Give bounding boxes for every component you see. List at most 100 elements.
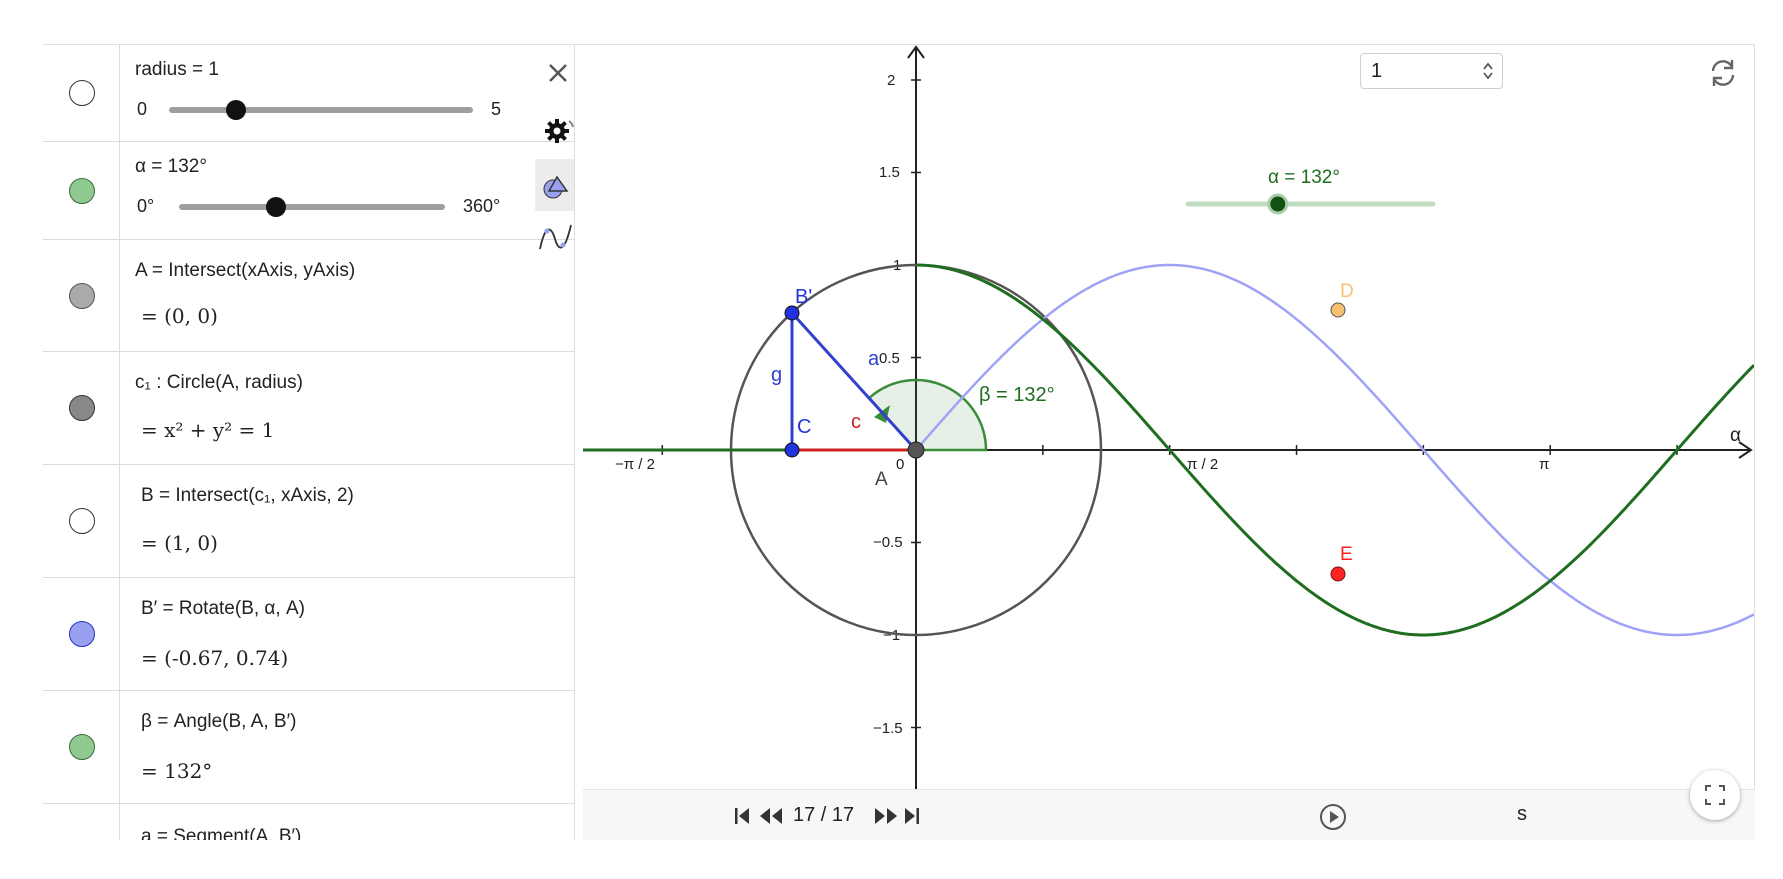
algebra-row-point-A[interactable]: A = Intersect(xAxis, yAxis) = (0, 0): [43, 240, 574, 352]
refresh-icon[interactable]: [1707, 57, 1739, 89]
graph-icon[interactable]: [537, 221, 574, 253]
speed-stepper-icon[interactable]: [1480, 59, 1496, 83]
definition-text[interactable]: B = Intersect(c₁, xAxis, 2): [141, 485, 354, 507]
algebra-row-point-B[interactable]: B = Intersect(c₁, xAxis, 2) = (1, 0): [43, 465, 574, 578]
row-body: β = Angle(B, A, B′) = 132°: [135, 691, 535, 803]
point-D[interactable]: [1330, 302, 1346, 318]
segment-label-c: c: [851, 411, 861, 433]
speed-unit: s: [1517, 803, 1527, 825]
alpha-slider[interactable]: 0° 360°: [135, 194, 535, 218]
row-body: A = Intersect(xAxis, yAxis) = (0, 0): [135, 240, 535, 351]
value-text: = 132°: [141, 759, 213, 783]
play-icon[interactable]: [1319, 803, 1347, 836]
frame-counter: 17 / 17: [793, 804, 855, 826]
point-A[interactable]: [907, 441, 925, 459]
geogebra-app: radius = 1 0 5 α = 132° 0° 360° A = Inte…: [43, 44, 1755, 840]
axis-ticks: [661, 79, 1678, 729]
slider-min: 0: [137, 99, 148, 119]
gear-icon[interactable]: [543, 115, 574, 147]
angle-label-beta: β = 132°: [979, 384, 1055, 406]
skip-start-icon[interactable]: [733, 807, 753, 830]
definition-text[interactable]: B′ = Rotate(B, α, A): [141, 598, 305, 620]
slider-definition[interactable]: radius = 1: [135, 59, 219, 81]
definition-text[interactable]: A = Intersect(xAxis, yAxis): [135, 260, 355, 282]
point-label-D: D: [1340, 281, 1354, 302]
algebra-row-segment-a[interactable]: a = Segment(A, B′): [43, 804, 574, 840]
segment-label-g: g: [771, 364, 782, 386]
y-tick-label: −1.5: [873, 720, 903, 737]
slider-track[interactable]: [169, 107, 473, 113]
animation-playbar: 17 / 17: [583, 789, 1755, 840]
algebra-row-angle-beta[interactable]: β = Angle(B, A, B′) = 132°: [43, 691, 574, 804]
point-label-A: A: [875, 469, 888, 490]
algebra-row-point-B-prime[interactable]: B′ = Rotate(B, α, A) = (-0.67, 0.74): [43, 578, 574, 691]
point-label-B-prime: B': [795, 286, 812, 308]
x-axis-label: α: [1730, 425, 1741, 446]
point-label-E: E: [1340, 544, 1353, 565]
definition-text[interactable]: c₁ : Circle(A, radius): [135, 372, 303, 394]
definition-text[interactable]: a = Segment(A, B′): [141, 826, 301, 840]
value-text: = (-0.67, 0.74): [141, 646, 289, 670]
row-body: a = Segment(A, B′): [135, 804, 535, 840]
y-tick-label: 1.5: [879, 164, 900, 181]
radius-slider[interactable]: 0 5: [135, 97, 535, 121]
graphics-view-icon[interactable]: [535, 159, 574, 211]
row-body: radius = 1 0 5: [135, 45, 535, 141]
x-tick-label: −π / 2: [615, 456, 655, 473]
row-body: B′ = Rotate(B, α, A) = (-0.67, 0.74): [135, 578, 535, 690]
point-label-C: C: [797, 416, 811, 438]
point-E[interactable]: [1330, 566, 1346, 582]
slider-thumb[interactable]: [266, 197, 286, 217]
slider-max: 360°: [463, 196, 501, 216]
visibility-marble[interactable]: [69, 508, 95, 534]
close-icon[interactable]: [546, 61, 570, 85]
x-tick-label: π: [1539, 456, 1549, 473]
visibility-marble[interactable]: [69, 80, 95, 106]
plot-canvas[interactable]: −π / 2 0 π / 2 π 2 1.5 1 0.5 −0.5 −1 −1.…: [583, 45, 1755, 789]
fullscreen-icon: [1705, 785, 1725, 805]
point-C[interactable]: [784, 442, 800, 458]
value-text: = (1, 0): [141, 531, 218, 555]
step-back-icon[interactable]: [758, 807, 784, 830]
definition-text[interactable]: β = Angle(B, A, B′): [141, 711, 296, 733]
slider-min: 0°: [137, 196, 155, 216]
fullscreen-button[interactable]: [1690, 770, 1740, 820]
skip-end-icon[interactable]: [901, 807, 921, 830]
x-tick-label: π / 2: [1187, 456, 1218, 473]
algebra-row-alpha[interactable]: α = 132° 0° 360°: [43, 142, 574, 240]
algebra-row-radius[interactable]: radius = 1 0 5: [43, 45, 574, 142]
marble-cell: [43, 352, 120, 464]
visibility-marble[interactable]: [69, 734, 95, 760]
y-tick-label: −0.5: [873, 534, 903, 551]
slider-track[interactable]: [179, 204, 445, 210]
value-text: = x² + y² = 1: [141, 418, 275, 442]
slider-definition[interactable]: α = 132°: [135, 156, 207, 178]
marble-cell: [43, 240, 120, 351]
visibility-marble[interactable]: [69, 282, 95, 309]
y-tick-label: −1: [883, 627, 900, 644]
x-tick-label: 0: [896, 456, 904, 473]
algebra-view: radius = 1 0 5 α = 132° 0° 360° A = Inte…: [43, 45, 575, 840]
marble-cell: [43, 465, 120, 577]
row-body: c₁ : Circle(A, radius) = x² + y² = 1: [135, 352, 535, 464]
point-B-prime[interactable]: [784, 305, 800, 321]
row-body: α = 132° 0° 360°: [135, 142, 535, 239]
marble-cell: [43, 578, 120, 690]
slider-max: 5: [491, 99, 502, 119]
graphics-view[interactable]: −π / 2 0 π / 2 π 2 1.5 1 0.5 −0.5 −1 −1.…: [583, 45, 1755, 840]
y-tick-label: 2: [887, 72, 895, 89]
visibility-marble[interactable]: [69, 395, 95, 421]
row-body: B = Intersect(c₁, xAxis, 2) = (1, 0): [135, 465, 535, 577]
visibility-marble[interactable]: [69, 621, 95, 647]
marble-cell: [43, 142, 120, 239]
y-tick-label: 0.5: [879, 350, 900, 367]
marble-cell: [43, 691, 120, 803]
slider-thumb[interactable]: [226, 100, 246, 120]
algebra-row-circle-c1[interactable]: c₁ : Circle(A, radius) = x² + y² = 1: [43, 352, 574, 465]
step-forward-icon[interactable]: [873, 807, 899, 830]
graphics-slider-thumb[interactable]: [1267, 193, 1289, 215]
visibility-marble[interactable]: [69, 177, 95, 204]
value-text: = (0, 0): [141, 304, 218, 328]
marble-cell: [43, 45, 120, 141]
graphics-slider-label: α = 132°: [1268, 167, 1340, 188]
